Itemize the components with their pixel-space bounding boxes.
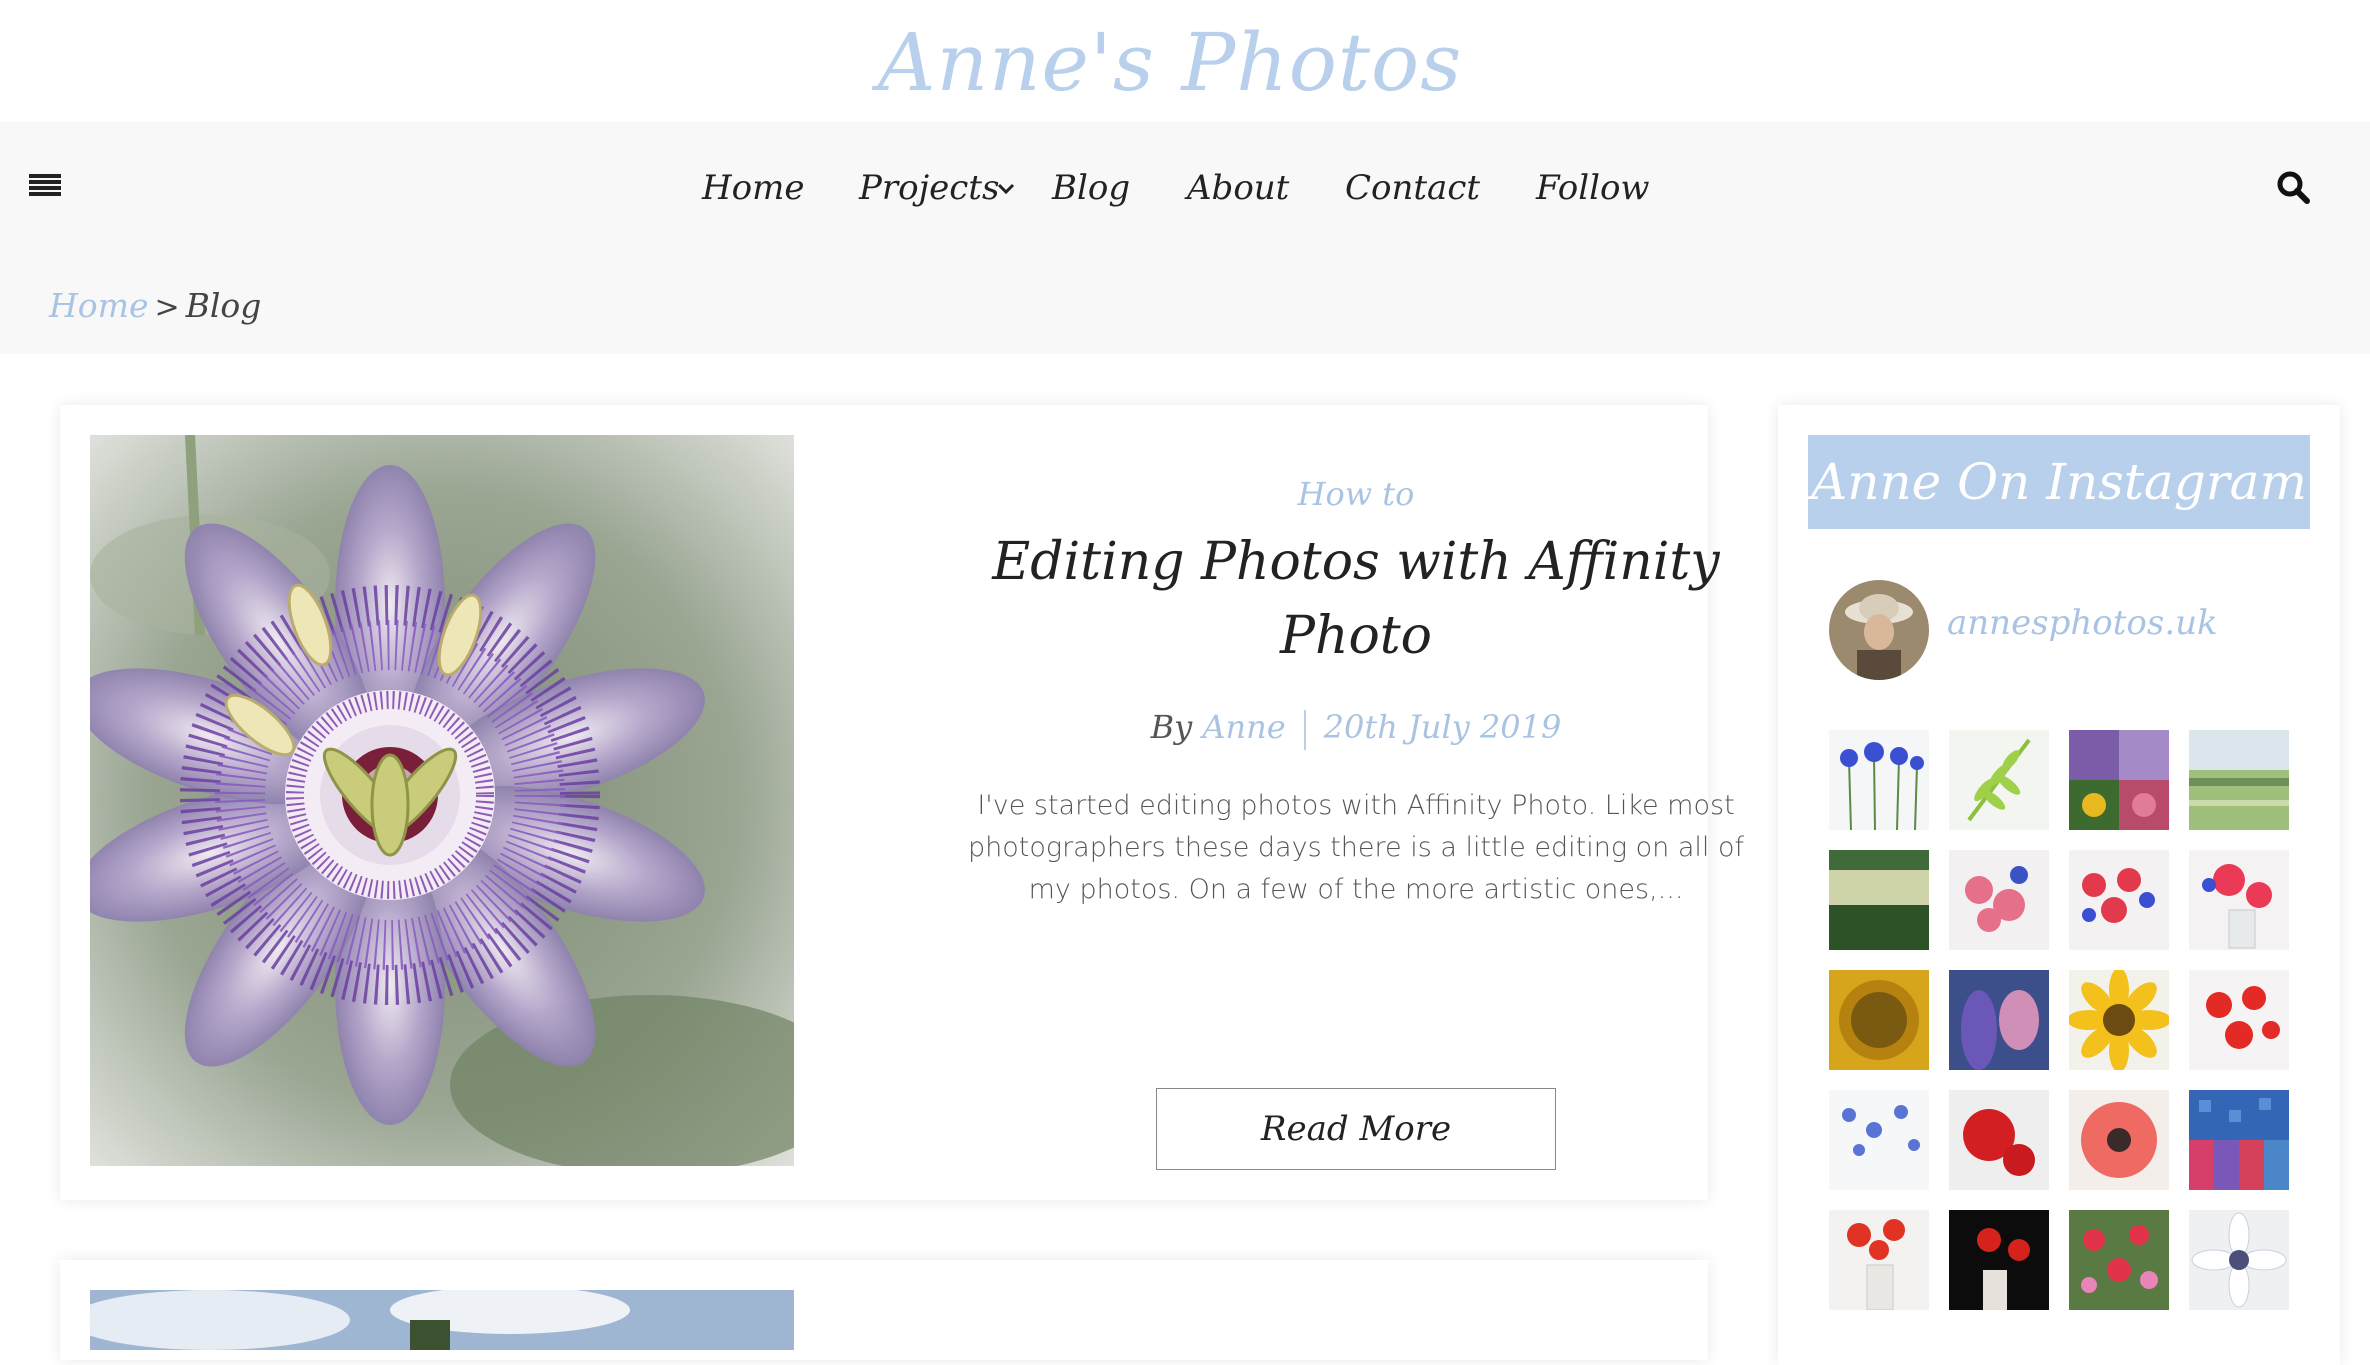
site-header: Anne's Photos (0, 0, 2370, 122)
site-title[interactable]: Anne's Photos (0, 8, 2340, 118)
post-excerpt: I've started editing photos with Affinit… (968, 790, 1744, 905)
post-author-link[interactable]: Anne (1202, 708, 1285, 746)
nav-item-follow[interactable]: Follow (1536, 160, 1650, 216)
instagram-thumb[interactable] (1949, 730, 2049, 830)
nav-item-blog[interactable]: Blog (1052, 160, 1130, 216)
chevron-down-icon[interactable] (994, 176, 1018, 200)
instagram-thumb[interactable] (1949, 1210, 2049, 1310)
navbar (0, 122, 2370, 354)
instagram-thumb[interactable] (2189, 1210, 2289, 1310)
breadcrumb: Home > Blog (49, 280, 261, 334)
post-card-2 (60, 1260, 1708, 1360)
main-nav: Home Projects Blog About Contact Follow (0, 160, 2370, 216)
instagram-thumb[interactable] (1829, 850, 1929, 950)
instagram-thumb[interactable] (1829, 970, 1929, 1070)
instagram-thumb[interactable] (1949, 970, 2049, 1070)
nav-item-home[interactable]: Home (702, 160, 804, 216)
instagram-thumb[interactable] (1829, 1210, 1929, 1310)
nav-item-projects[interactable]: Projects (859, 160, 999, 216)
instagram-thumb[interactable] (2189, 1090, 2289, 1190)
post-card: How to Editing Photos with Affinity Phot… (60, 405, 1744, 1200)
post-meta-by: By (1150, 708, 1193, 746)
post-category-link[interactable]: How to (896, 475, 1816, 513)
post-date-link[interactable]: 20th July 2019 (1324, 708, 1562, 746)
instagram-thumb[interactable] (2189, 730, 2289, 830)
breadcrumb-separator: > (154, 290, 180, 325)
instagram-thumb[interactable] (2069, 1090, 2169, 1190)
post-meta: By Anne 20th July 2019 (896, 705, 1816, 750)
post-featured-image[interactable] (90, 435, 794, 1166)
instagram-widget-title: Anne On Instagram (1808, 435, 2310, 529)
sidebar-instagram-widget: Anne On Instagram annesphotos.uk (1778, 405, 2340, 1365)
nav-item-about[interactable]: About (1187, 160, 1289, 216)
instagram-thumb[interactable] (1829, 1090, 1929, 1190)
instagram-avatar[interactable] (1829, 580, 1929, 680)
instagram-thumb[interactable] (2189, 970, 2289, 1070)
breadcrumb-home-link[interactable]: Home (49, 286, 148, 325)
breadcrumb-current: Blog (185, 286, 262, 325)
instagram-thumb[interactable] (2069, 970, 2169, 1070)
instagram-thumb[interactable] (2189, 850, 2289, 950)
post-title[interactable]: Editing Photos with Affinity Photo (936, 525, 1776, 673)
instagram-thumb[interactable] (1949, 1090, 2049, 1190)
nav-item-contact[interactable]: Contact (1345, 160, 1480, 216)
instagram-thumb[interactable] (2069, 850, 2169, 950)
instagram-thumb[interactable] (2069, 1210, 2169, 1310)
read-more-button[interactable]: Read More (1156, 1088, 1556, 1170)
instagram-profile-name[interactable]: annesphotos.uk (1947, 603, 2218, 643)
instagram-thumb[interactable] (1949, 850, 2049, 950)
meta-divider (1303, 709, 1306, 750)
instagram-thumb[interactable] (2069, 730, 2169, 830)
post-featured-image-2[interactable] (90, 1290, 794, 1350)
instagram-thumb[interactable] (1829, 730, 1929, 830)
